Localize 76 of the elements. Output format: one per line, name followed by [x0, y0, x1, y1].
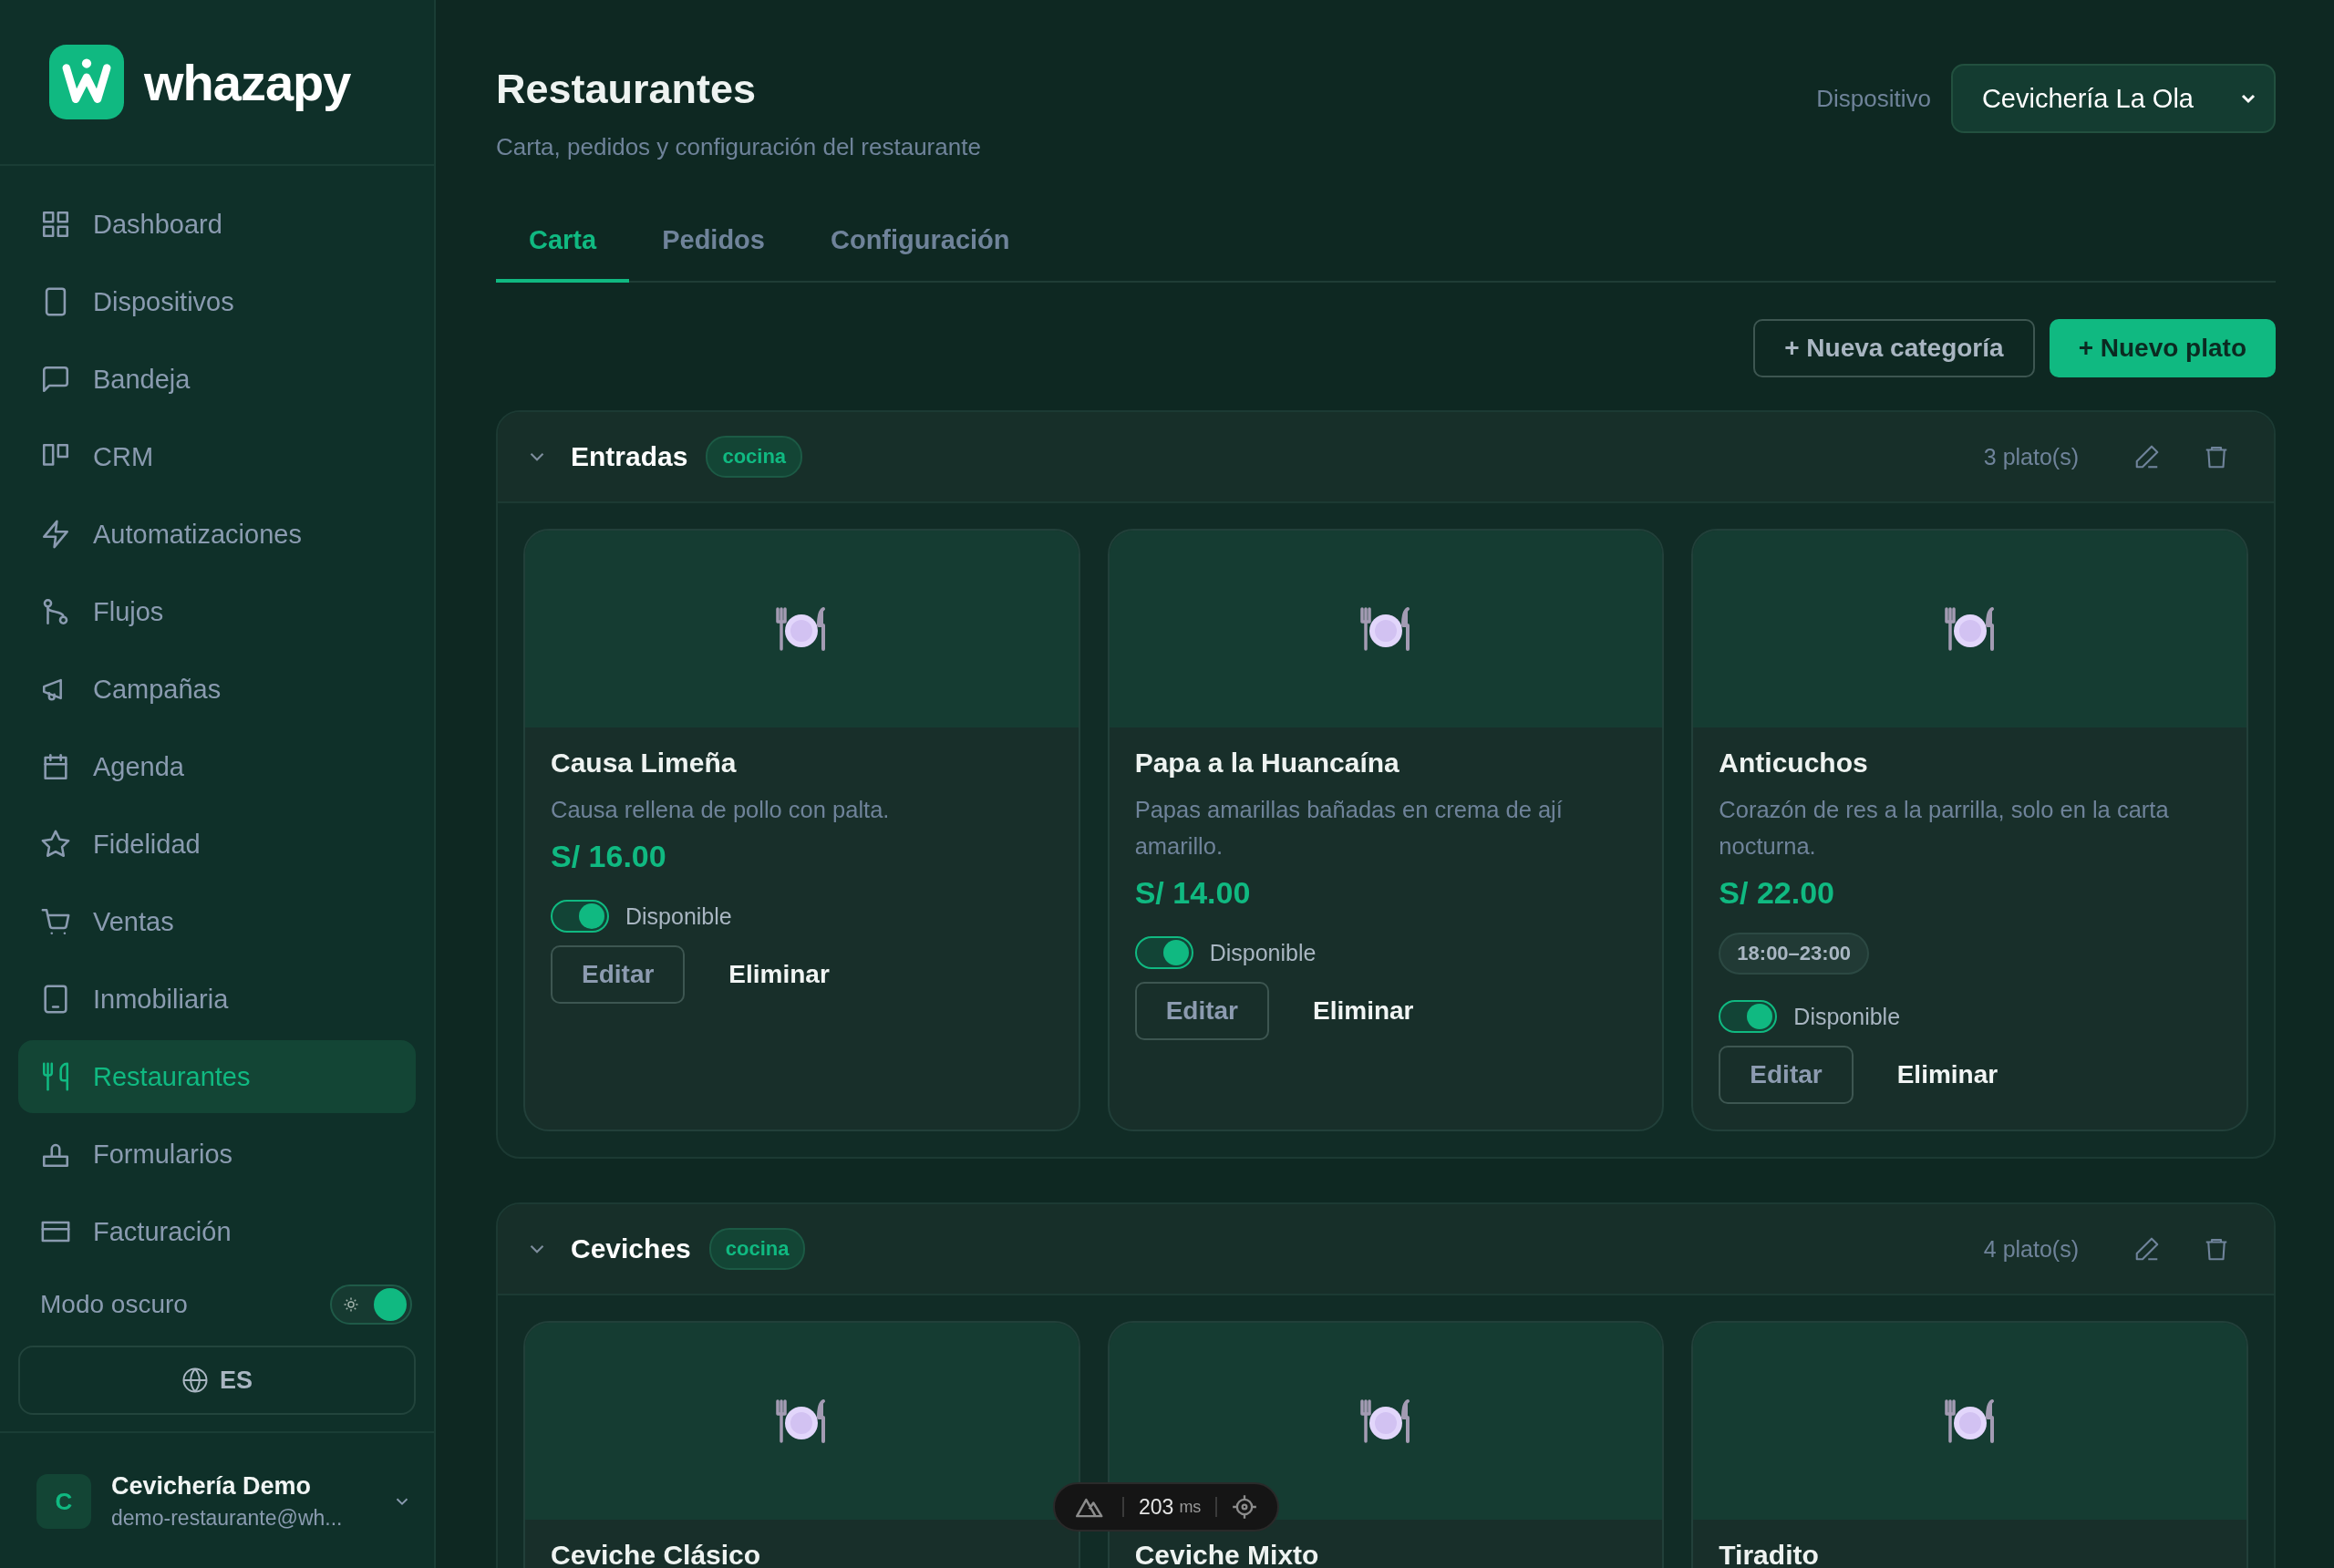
- brand-name: whazapy: [144, 52, 351, 112]
- dish-description: Papas amarillas bañadas en crema de ají amarillo.: [1134, 796, 1564, 861]
- dish-name: Ceviche Mixto: [1134, 1540, 1319, 1568]
- edit-icon[interactable]: [2133, 1235, 2161, 1263]
- device-select[interactable]: Cevichería La Ola: [1950, 64, 2276, 133]
- sidebar-item[interactable]: Flujos: [18, 575, 416, 648]
- sidebar-item[interactable]: Restaurantes: [18, 1040, 416, 1113]
- availability-toggle[interactable]: [1719, 1000, 1778, 1033]
- lightning-icon: [40, 519, 71, 550]
- star-icon: [40, 829, 71, 860]
- delete-button[interactable]: Eliminar: [1896, 1060, 1998, 1089]
- user-menu[interactable]: C Cevichería Demo demo-restaurante@wh...: [0, 1431, 434, 1550]
- hours-badge: 18:00–23:00: [1719, 933, 1870, 975]
- edit-button[interactable]: Editar: [1719, 1046, 1854, 1104]
- logo-icon: [49, 45, 124, 119]
- sidebar-item[interactable]: Dashboard: [18, 188, 416, 261]
- globe-icon: [181, 1367, 209, 1394]
- sidebar-item[interactable]: Bandeja: [18, 343, 416, 416]
- sidebar-item[interactable]: Fidelidad: [18, 808, 416, 881]
- fork-knife-icon: [40, 1061, 71, 1092]
- availability-label: Disponible: [625, 903, 732, 930]
- sidebar-item[interactable]: Agenda: [18, 730, 416, 803]
- delete-button[interactable]: Eliminar: [728, 960, 830, 989]
- tab[interactable]: Carta: [496, 225, 630, 283]
- sidebar-item[interactable]: Formularios: [18, 1118, 416, 1191]
- edit-button[interactable]: Editar: [1134, 982, 1269, 1040]
- category-tag: cocina: [708, 1228, 806, 1270]
- page-title: Restaurantes: [496, 66, 758, 113]
- dish-price: S/ 16.00: [551, 839, 666, 874]
- chat-bubble-icon: [40, 364, 71, 395]
- user-name: Cevichería Demo: [111, 1472, 313, 1501]
- category-name: Entradas: [571, 441, 688, 472]
- tab[interactable]: Pedidos: [629, 225, 798, 283]
- grid-icon: [40, 209, 71, 240]
- dish-name: Papa a la Huancaína: [1134, 748, 1399, 779]
- availability-toggle[interactable]: [551, 900, 609, 933]
- edit-button[interactable]: Editar: [551, 945, 686, 1004]
- page-subtitle: Carta, pedidos y configuración del restaurante: [496, 133, 981, 161]
- dish-price: S/ 22.00: [1719, 875, 1834, 911]
- availability-label: Disponible: [1209, 939, 1317, 966]
- category-name: Ceviches: [571, 1233, 691, 1264]
- new-dish-button[interactable]: + Nuevo plato: [2049, 319, 2276, 377]
- dish-name: Tiradito: [1719, 1540, 1819, 1568]
- delete-button[interactable]: Eliminar: [1313, 996, 1414, 1026]
- sidebar-item[interactable]: Campañas: [18, 653, 416, 726]
- dish-count: 4 plato(s): [1983, 1235, 2079, 1263]
- sidebar-item[interactable]: CRM: [18, 420, 416, 493]
- dark-mode-toggle[interactable]: [330, 1284, 412, 1325]
- time-unit: ms: [1179, 1497, 1202, 1517]
- sidebar-item[interactable]: Facturación: [18, 1195, 416, 1268]
- dish-description: Corazón de res a la parrilla, solo en la carta nocturna.: [1719, 796, 2170, 861]
- cart-icon: [40, 906, 71, 937]
- dish-count: 3 plato(s): [1983, 443, 2079, 470]
- dark-mode-label: Modo oscuro: [40, 1290, 188, 1319]
- sidebar-item[interactable]: Ventas: [18, 885, 416, 958]
- new-category-button[interactable]: + Nueva categoría: [1753, 319, 2035, 377]
- dish-name: Anticuchos: [1719, 748, 1868, 779]
- sidebar-item[interactable]: Dispositivos: [18, 265, 416, 338]
- availability-toggle[interactable]: [1134, 936, 1193, 969]
- tab[interactable]: Configuración: [797, 225, 1043, 283]
- dish-description: Causa rellena de pollo con palta.: [551, 796, 890, 824]
- crosshair-icon[interactable]: [1232, 1494, 1258, 1520]
- device-label: Dispositivo: [1816, 84, 1931, 113]
- edit-icon[interactable]: [2133, 443, 2161, 470]
- user-avatar: C: [36, 1474, 91, 1529]
- dish-name: Causa Limeña: [551, 748, 737, 779]
- render-time: 203: [1139, 1494, 1174, 1520]
- sun-icon: [343, 1296, 359, 1313]
- sidebar-item[interactable]: Automatizaciones: [18, 498, 416, 571]
- dish-name: Ceviche Clásico: [551, 1540, 761, 1568]
- category-tag: cocina: [706, 436, 803, 478]
- availability-label: Disponible: [1793, 1003, 1901, 1030]
- user-email: demo-restaurante@wh...: [111, 1506, 344, 1531]
- sidebar-item[interactable]: Inmobiliaria: [18, 963, 416, 1036]
- language-button[interactable]: ES: [18, 1346, 416, 1415]
- dish-price: S/ 14.00: [1134, 875, 1251, 911]
